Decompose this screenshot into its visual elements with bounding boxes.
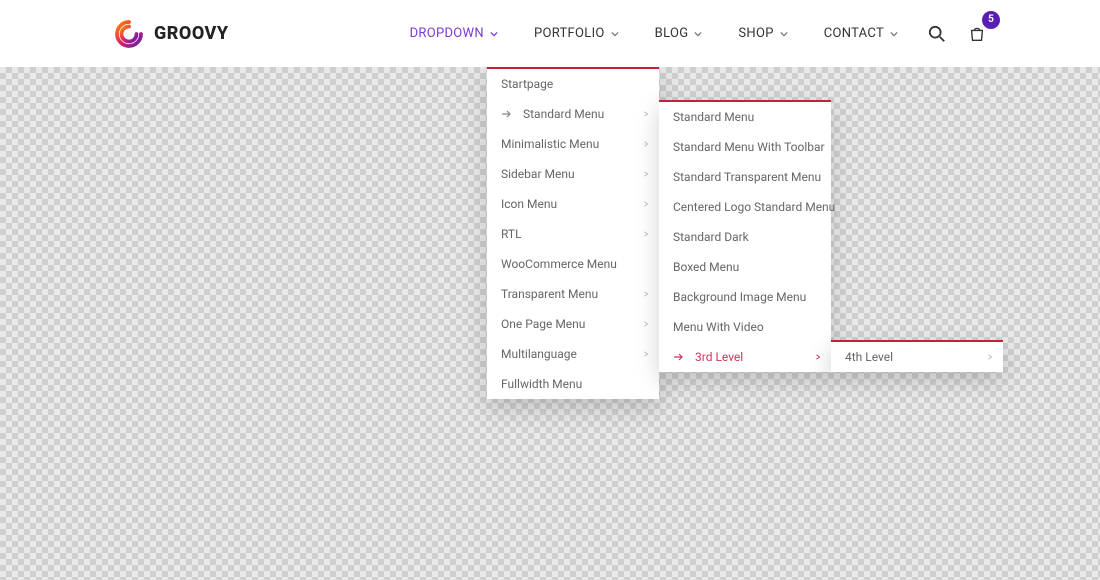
dropdown-panel-level2: Standard Menu Standard Menu With Toolbar…	[659, 100, 831, 372]
chevron-down-icon	[490, 30, 498, 38]
nav-item-contact[interactable]: CONTACT	[806, 0, 916, 67]
menu-label: Icon Menu	[501, 197, 557, 211]
nav-label: SHOP	[738, 26, 773, 41]
dropdown-panel-level3: 4th Level	[831, 340, 1003, 372]
chevron-right-icon	[643, 171, 649, 177]
menu-item-startpage[interactable]: Startpage	[487, 69, 659, 99]
menu-label: Standard Menu	[523, 107, 604, 121]
logo-block[interactable]: GROOVY	[114, 19, 229, 49]
menu-label: Standard Transparent Menu	[673, 170, 821, 184]
chevron-down-icon	[694, 30, 702, 38]
chevron-right-icon	[643, 201, 649, 207]
menu-label: WooCommerce Menu	[501, 257, 617, 271]
arrow-right-icon	[501, 110, 513, 118]
menu-label: RTL	[501, 227, 522, 241]
menu-label: Centered Logo Standard Menu	[673, 200, 835, 214]
chevron-right-icon	[643, 141, 649, 147]
header-icons: 5	[928, 25, 986, 43]
logo-icon	[114, 19, 144, 49]
menu-label: Standard Menu	[673, 110, 754, 124]
menu-label: Fullwidth Menu	[501, 377, 582, 391]
menu-item-transparent[interactable]: Transparent Menu	[487, 279, 659, 309]
menu-item-std[interactable]: Standard Menu	[659, 102, 831, 132]
menu-label: Background Image Menu	[673, 290, 806, 304]
menu-item-sidebar[interactable]: Sidebar Menu	[487, 159, 659, 189]
chevron-right-icon	[643, 321, 649, 327]
menu-label: Multilanguage	[501, 347, 577, 361]
menu-label: 3rd Level	[695, 350, 743, 364]
chevron-right-icon	[815, 354, 821, 360]
menu-item-std-transparent[interactable]: Standard Transparent Menu	[659, 162, 831, 192]
menu-item-standard-menu[interactable]: Standard Menu	[487, 99, 659, 129]
menu-item-video[interactable]: Menu With Video	[659, 312, 831, 342]
menu-item-4th-level[interactable]: 4th Level	[831, 342, 1003, 372]
nav-item-blog[interactable]: BLOG	[637, 0, 721, 67]
menu-label: 4th Level	[845, 350, 893, 364]
chevron-down-icon	[780, 30, 788, 38]
cart-icon[interactable]: 5	[968, 25, 986, 43]
nav-label: DROPDOWN	[410, 26, 484, 41]
nav-label: BLOG	[655, 26, 689, 41]
menu-label: Menu With Video	[673, 320, 764, 334]
menu-label: Standard Dark	[673, 230, 749, 244]
cart-badge: 5	[982, 11, 1000, 29]
chevron-down-icon	[611, 30, 619, 38]
menu-label: Standard Menu With Toolbar	[673, 140, 825, 154]
menu-item-rtl[interactable]: RTL	[487, 219, 659, 249]
chevron-down-icon	[890, 30, 898, 38]
nav-label: CONTACT	[824, 26, 884, 41]
menu-item-minimalistic[interactable]: Minimalistic Menu	[487, 129, 659, 159]
chevron-right-icon	[987, 354, 993, 360]
menu-item-multilanguage[interactable]: Multilanguage	[487, 339, 659, 369]
menu-item-onepage[interactable]: One Page Menu	[487, 309, 659, 339]
chevron-right-icon	[643, 351, 649, 357]
menu-item-bgimage[interactable]: Background Image Menu	[659, 282, 831, 312]
nav-item-portfolio[interactable]: PORTFOLIO	[516, 0, 637, 67]
menu-item-3rd-level[interactable]: 3rd Level	[659, 342, 831, 372]
menu-item-std-dark[interactable]: Standard Dark	[659, 222, 831, 252]
menu-label: Boxed Menu	[673, 260, 739, 274]
search-icon[interactable]	[928, 25, 946, 43]
chevron-right-icon	[643, 111, 649, 117]
arrow-right-icon	[673, 353, 685, 361]
menu-label: Transparent Menu	[501, 287, 598, 301]
nav-item-dropdown[interactable]: DROPDOWN	[392, 0, 516, 67]
nav-item-shop[interactable]: SHOP	[720, 0, 805, 67]
menu-label: Sidebar Menu	[501, 167, 575, 181]
main-nav: DROPDOWN PORTFOLIO BLOG SHOP CONTACT	[392, 0, 1100, 67]
menu-item-centered-logo[interactable]: Centered Logo Standard Menu	[659, 192, 831, 222]
menu-item-fullwidth[interactable]: Fullwidth Menu	[487, 369, 659, 399]
dropdown-panel-level1: Startpage Standard Menu Minimalistic Men…	[487, 67, 659, 399]
brand-text: GROOVY	[154, 23, 229, 44]
menu-label: Minimalistic Menu	[501, 137, 599, 151]
menu-item-std-toolbar[interactable]: Standard Menu With Toolbar	[659, 132, 831, 162]
menu-item-icon[interactable]: Icon Menu	[487, 189, 659, 219]
menu-label: One Page Menu	[501, 317, 585, 331]
chevron-right-icon	[643, 231, 649, 237]
menu-item-woocommerce[interactable]: WooCommerce Menu	[487, 249, 659, 279]
nav-label: PORTFOLIO	[534, 26, 605, 41]
menu-item-boxed[interactable]: Boxed Menu	[659, 252, 831, 282]
chevron-right-icon	[643, 291, 649, 297]
site-header: GROOVY DROPDOWN PORTFOLIO BLOG SHOP	[0, 0, 1100, 67]
menu-label: Startpage	[501, 77, 553, 91]
